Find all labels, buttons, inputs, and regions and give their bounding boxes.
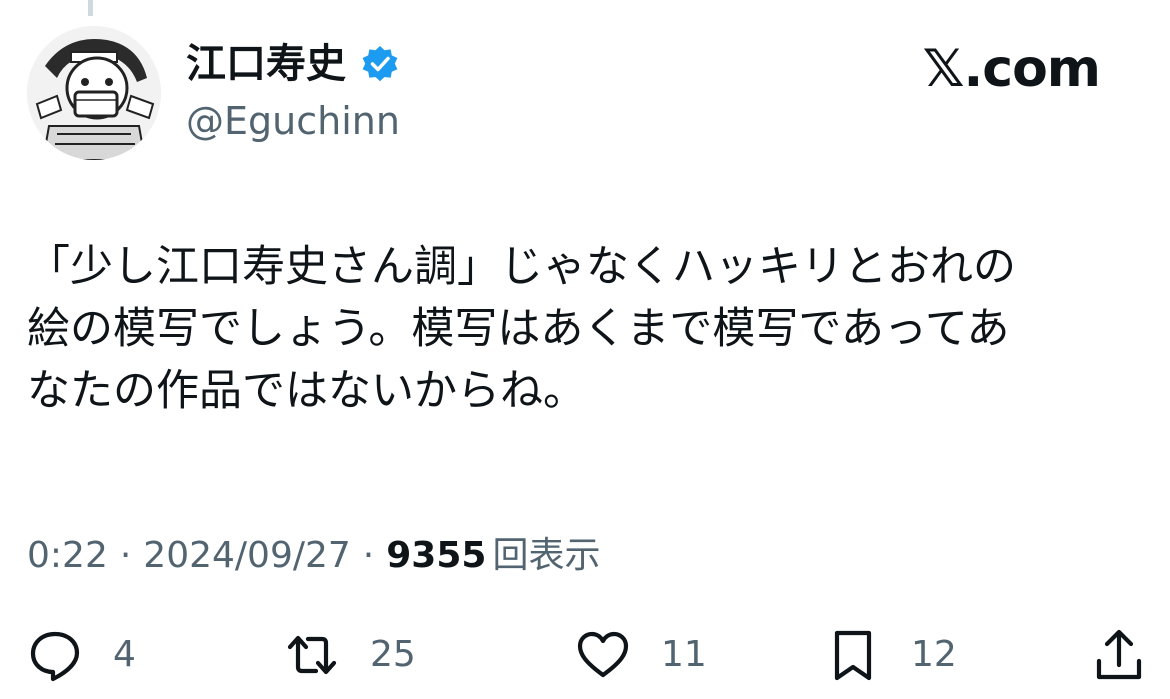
reply-count: 4 xyxy=(113,634,136,675)
reply-button[interactable]: 4 xyxy=(27,620,136,690)
views-label: 回表示 xyxy=(492,535,601,576)
share-icon xyxy=(1096,629,1142,680)
bookmark-count: 12 xyxy=(911,634,957,675)
avatar[interactable] xyxy=(27,26,161,160)
tweet-date[interactable]: 2024/09/27 xyxy=(143,532,351,580)
tweet-text: 「少し江口寿史さん調」じゃなくハッキリとおれの 絵の模写でしょう。模写はあくまで… xyxy=(27,242,1016,416)
repost-count: 25 xyxy=(370,634,416,675)
repost-button[interactable]: 25 xyxy=(284,620,416,690)
thread-line xyxy=(88,0,93,16)
tweet-meta: 0:22 · 2024/09/27 · 9355 回表示 xyxy=(27,532,600,580)
meta-separator: · xyxy=(362,535,375,576)
verified-badge-icon xyxy=(360,44,400,84)
author-name-row[interactable]: 江口寿史 xyxy=(186,40,400,88)
repost-icon xyxy=(287,635,337,675)
tweet-actions: 4 25 11 12 xyxy=(27,620,1147,690)
avatar-illustration-icon xyxy=(27,26,161,160)
x-brand-logo: 𝕏.com xyxy=(922,39,1101,99)
reply-icon xyxy=(30,631,80,682)
tweet-time[interactable]: 0:22 xyxy=(27,532,108,580)
like-button[interactable]: 11 xyxy=(575,620,707,690)
views-count: 9355 xyxy=(386,535,487,576)
meta-separator: · xyxy=(119,535,132,576)
display-name[interactable]: 江口寿史 xyxy=(186,40,346,88)
share-button[interactable] xyxy=(1091,620,1147,690)
user-handle[interactable]: @Eguchinn xyxy=(186,98,400,144)
heart-icon xyxy=(577,631,629,678)
bookmark-button[interactable]: 12 xyxy=(825,620,957,690)
bookmark-icon xyxy=(834,630,872,681)
like-count: 11 xyxy=(661,634,707,675)
